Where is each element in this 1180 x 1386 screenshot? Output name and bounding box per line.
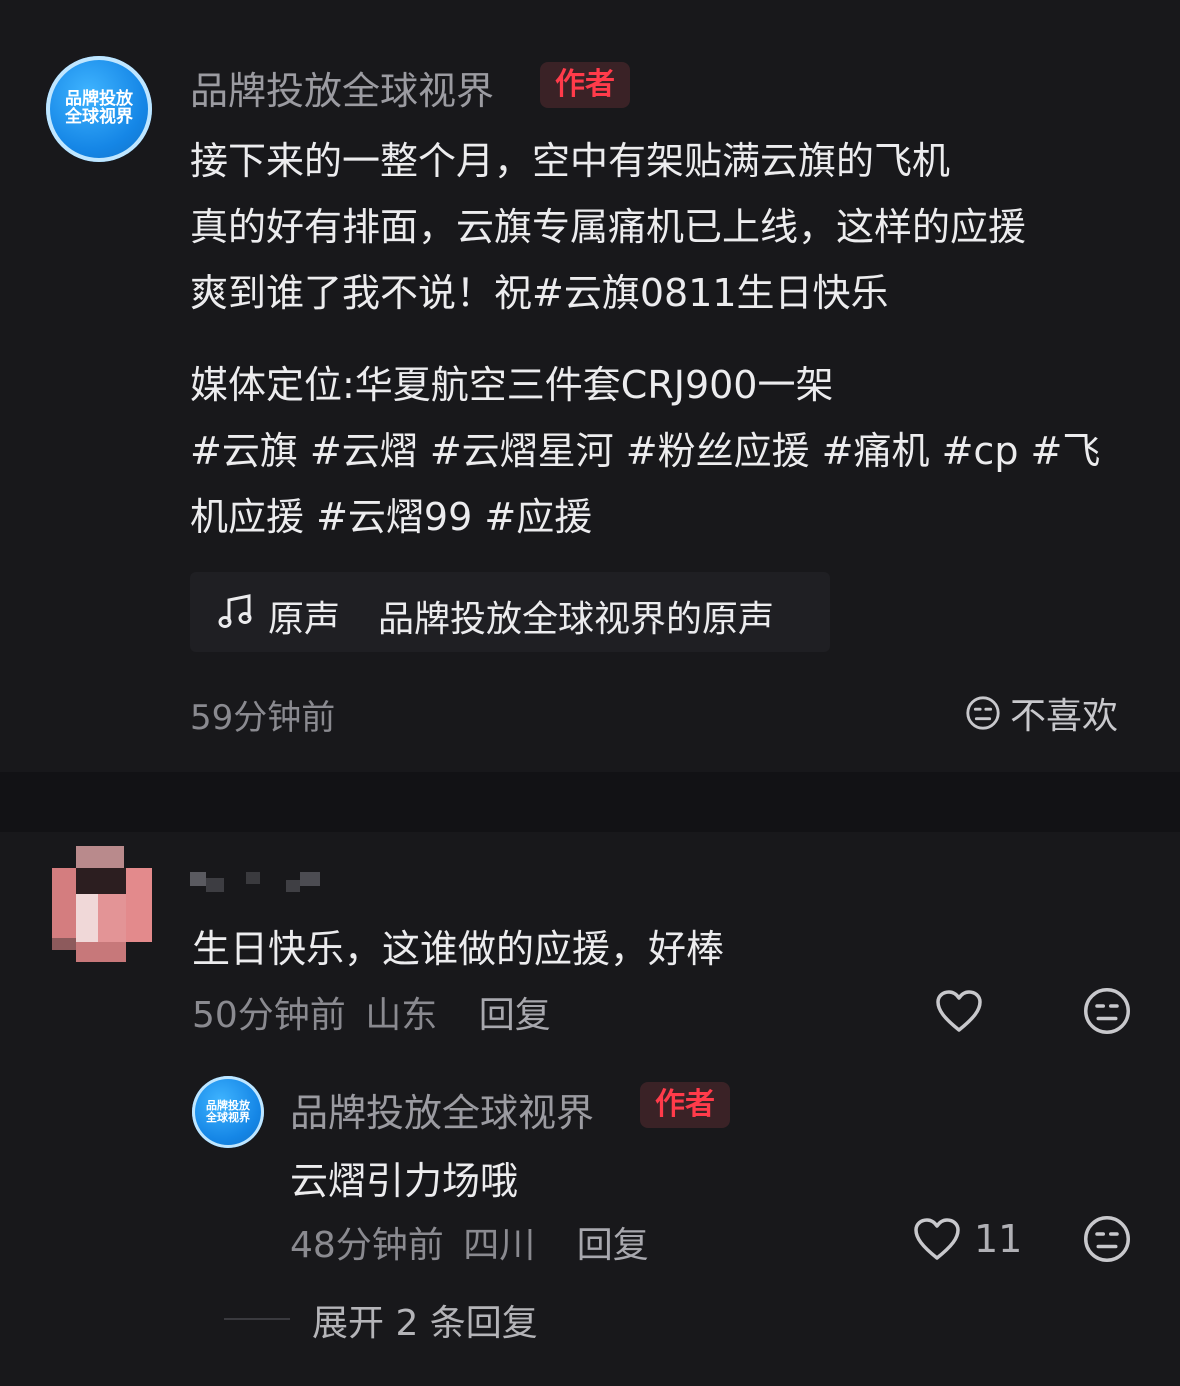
dislike-button[interactable] <box>1082 1214 1132 1264</box>
author-username[interactable]: 品牌投放全球视界 <box>190 60 494 115</box>
reply-location: 四川 <box>463 1225 536 1266</box>
caption-line: 爽到谁了我不说！祝#云旗0811生日快乐 <box>190 271 889 315</box>
dislike-face-icon <box>1084 988 1130 1034</box>
reply-author-badge: 作者 <box>640 1082 730 1128</box>
original-sound-bar[interactable]: 原声 品牌投放全球视界的原声 <box>190 572 830 652</box>
comment-text: 生日快乐，这谁做的应援，好棒 <box>192 927 725 971</box>
heart-icon <box>936 990 982 1032</box>
heart-icon <box>914 1218 960 1260</box>
expand-divider <box>224 1318 290 1320</box>
music-title: 品牌投放全球视界的原声 <box>378 599 775 640</box>
comment-time: 50分钟前 <box>192 995 346 1036</box>
post-hashtags: 媒体定位:华夏航空三件套CRJ900一架 #云旗 #云熠 #云熠星河 #粉丝应援… <box>190 352 1100 550</box>
post-section: 品牌投放 全球视界 品牌投放全球视界 作者 接下来的一整个月，空中有架贴满云旗的… <box>0 0 1180 772</box>
reply-time: 48分钟前 <box>290 1225 444 1266</box>
dislike-button[interactable]: 不喜欢 <box>964 690 1119 737</box>
commenter-username-blurred[interactable] <box>190 868 322 894</box>
music-note-icon <box>218 594 252 628</box>
dislike-face-icon <box>966 696 1000 730</box>
author-avatar[interactable]: 品牌投放 全球视界 <box>46 56 152 162</box>
caption-line: 接下来的一整个月，空中有架贴满云旗的飞机 <box>190 139 951 183</box>
comment-location: 山东 <box>365 995 438 1036</box>
expand-replies-button[interactable]: 展开 2 条回复 <box>312 1294 538 1346</box>
comment-meta: 50分钟前 山东 回复 <box>192 986 551 1038</box>
dislike-button[interactable] <box>1082 986 1132 1036</box>
author-badge: 作者 <box>540 62 630 108</box>
like-button[interactable] <box>934 988 984 1034</box>
like-button[interactable]: 11 <box>912 1216 1022 1262</box>
post-timestamp: 59分钟前 <box>190 698 336 738</box>
section-divider <box>0 772 1180 832</box>
commenter-avatar[interactable] <box>48 846 152 962</box>
media-location-line: 媒体定位:华夏航空三件套CRJ900一架 <box>190 363 834 407</box>
reply-author-avatar[interactable]: 品牌投放 全球视界 <box>192 1076 264 1148</box>
reply-text: 云熠引力场哦 <box>290 1159 519 1203</box>
like-count: 11 <box>974 1217 1023 1261</box>
reply-button[interactable]: 回复 <box>479 995 551 1036</box>
reply-button[interactable]: 回复 <box>577 1225 649 1266</box>
caption-line: 真的好有排面，云旗专属痛机已上线，这样的应援 <box>190 205 1027 249</box>
reply-username[interactable]: 品牌投放全球视界 <box>290 1082 594 1137</box>
hashtag-line[interactable]: 机应援 #云熠99 #应援 <box>190 484 1100 550</box>
post-caption: 接下来的一整个月，空中有架贴满云旗的飞机 真的好有排面，云旗专属痛机已上线，这样… <box>190 128 1026 326</box>
dislike-face-icon <box>1084 1216 1130 1262</box>
reply-meta: 48分钟前 四川 回复 <box>290 1216 649 1268</box>
hashtag-line[interactable]: #云旗 #云熠 #云熠星河 #粉丝应援 #痛机 #cp #飞 <box>190 418 1100 484</box>
music-label: 原声 <box>268 599 341 640</box>
dislike-label: 不喜欢 <box>1010 696 1119 737</box>
